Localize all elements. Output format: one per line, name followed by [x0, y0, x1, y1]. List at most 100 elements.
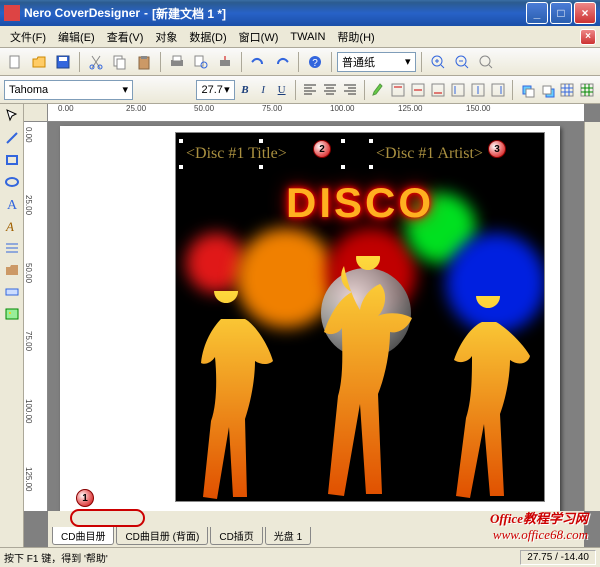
pointer-tool[interactable] — [2, 106, 22, 126]
selection-handle[interactable] — [178, 138, 184, 144]
menu-object[interactable]: 对象 — [149, 27, 183, 47]
menu-view[interactable]: 查看(V) — [101, 27, 150, 47]
tab-inlay[interactable]: CD插页 — [210, 527, 262, 545]
align-vright-icon — [490, 82, 506, 98]
align-vcenter-icon — [470, 82, 486, 98]
zoom-fit-button[interactable] — [475, 51, 497, 73]
zoom-in-button[interactable] — [427, 51, 449, 73]
zoom-out-icon — [454, 54, 470, 70]
paste-button[interactable] — [133, 51, 155, 73]
print-button[interactable] — [166, 51, 188, 73]
selection-handle[interactable] — [258, 138, 264, 144]
grid-button[interactable] — [558, 79, 576, 101]
disco-title[interactable]: DISCO — [176, 179, 544, 227]
align-left-button[interactable] — [301, 79, 319, 101]
new-button[interactable] — [4, 51, 26, 73]
status-coords: 27.75 / -14.40 — [520, 550, 596, 565]
app-icon — [4, 5, 20, 21]
align-right-button[interactable] — [341, 79, 359, 101]
align-center-icon — [322, 82, 338, 98]
align-vleft-icon — [450, 82, 466, 98]
rect-tool[interactable] — [2, 150, 22, 170]
status-help: 按下 F1 键，得到 '帮助' — [4, 550, 108, 565]
menu-data[interactable]: 数据(D) — [183, 27, 232, 47]
align-bottom-button[interactable] — [429, 79, 447, 101]
doc-close-button[interactable]: × — [580, 29, 596, 45]
zoom-in-icon — [430, 54, 446, 70]
maximize-button[interactable]: □ — [550, 2, 572, 24]
line-icon — [4, 130, 20, 146]
field-tool[interactable] — [2, 282, 22, 302]
disc-artist-field[interactable]: <Disc #1 Artist> — [376, 145, 483, 163]
preview-button[interactable] — [190, 51, 212, 73]
bold-button[interactable]: B — [237, 79, 253, 101]
selection-handle[interactable] — [258, 164, 264, 170]
align-vright-button[interactable] — [489, 79, 507, 101]
font-combo[interactable]: Tahoma ▾ — [4, 80, 133, 100]
menu-help[interactable]: 帮助(H) — [331, 27, 380, 47]
folder-tool[interactable] — [2, 260, 22, 280]
zoom-out-button[interactable] — [451, 51, 473, 73]
grid2-button[interactable] — [578, 79, 596, 101]
cut-button[interactable] — [85, 51, 107, 73]
rect-icon — [4, 152, 20, 168]
menu-edit[interactable]: 编辑(E) — [52, 27, 101, 47]
canvas[interactable]: DISCO <Disc #1 Title> <Disc #1 Artist> 2… — [48, 122, 584, 511]
artistic-text-icon: A — [4, 218, 20, 234]
highlight-ring — [70, 509, 145, 527]
align-middle-button[interactable] — [409, 79, 427, 101]
selection-handle[interactable] — [340, 138, 346, 144]
brush-button[interactable] — [369, 79, 387, 101]
menu-twain[interactable]: TWAIN — [284, 29, 331, 45]
align-top-button[interactable] — [389, 79, 407, 101]
tab-disc[interactable]: 光盘 1 — [265, 527, 311, 545]
menu-file[interactable]: 文件(F) — [4, 27, 52, 47]
paper-type-select[interactable]: 普通纸 ▾ — [337, 52, 416, 72]
align-center-button[interactable] — [321, 79, 339, 101]
selection-handle[interactable] — [368, 138, 374, 144]
bring-front-button[interactable] — [518, 79, 536, 101]
vertical-scrollbar[interactable] — [584, 122, 600, 511]
underline-button[interactable]: U — [273, 79, 289, 101]
menu-window[interactable]: 窗口(W) — [233, 27, 285, 47]
image-tool[interactable] — [2, 304, 22, 324]
calibrate-button[interactable] — [214, 51, 236, 73]
ruler-corner — [24, 104, 48, 122]
send-back-button[interactable] — [538, 79, 556, 101]
help-button[interactable]: ? — [304, 51, 326, 73]
undo-button[interactable] — [247, 51, 269, 73]
disc-title-field[interactable]: <Disc #1 Title> — [186, 145, 287, 163]
align-vcenter-button[interactable] — [469, 79, 487, 101]
callout-3: 3 — [488, 140, 506, 158]
open-icon — [31, 54, 47, 70]
brush-icon — [370, 82, 386, 98]
selection-handle[interactable] — [340, 164, 346, 170]
selection-handle[interactable] — [368, 164, 374, 170]
image-icon — [4, 306, 20, 322]
align-right-icon — [342, 82, 358, 98]
align-vleft-button[interactable] — [449, 79, 467, 101]
horizontal-ruler: 0.00 25.00 50.00 75.00 100.00 125.00 150… — [48, 104, 584, 122]
cd-cover[interactable]: DISCO <Disc #1 Title> <Disc #1 Artist> — [175, 132, 545, 502]
align-middle-icon — [410, 82, 426, 98]
open-button[interactable] — [28, 51, 50, 73]
selection-handle[interactable] — [178, 164, 184, 170]
tab-booklet-front[interactable]: CD曲目册 — [52, 527, 114, 545]
text-tool[interactable]: A — [2, 194, 22, 214]
close-button[interactable]: × — [574, 2, 596, 24]
artistic-text-tool[interactable]: A — [2, 216, 22, 236]
copy-button[interactable] — [109, 51, 131, 73]
save-button[interactable] — [52, 51, 74, 73]
cut-icon — [88, 54, 104, 70]
copy-icon — [112, 54, 128, 70]
italic-button[interactable]: I — [255, 79, 271, 101]
tracklist-tool[interactable] — [2, 238, 22, 258]
minimize-button[interactable]: _ — [526, 2, 548, 24]
line-tool[interactable] — [2, 128, 22, 148]
tab-booklet-back[interactable]: CD曲目册 (背面) — [116, 527, 208, 545]
menubar: 文件(F) 编辑(E) 查看(V) 对象 数据(D) 窗口(W) TWAIN 帮… — [0, 26, 600, 48]
font-size-combo[interactable]: 27.7 ▾ — [196, 80, 234, 100]
redo-button[interactable] — [271, 51, 293, 73]
grid-icon — [559, 82, 575, 98]
ellipse-tool[interactable] — [2, 172, 22, 192]
